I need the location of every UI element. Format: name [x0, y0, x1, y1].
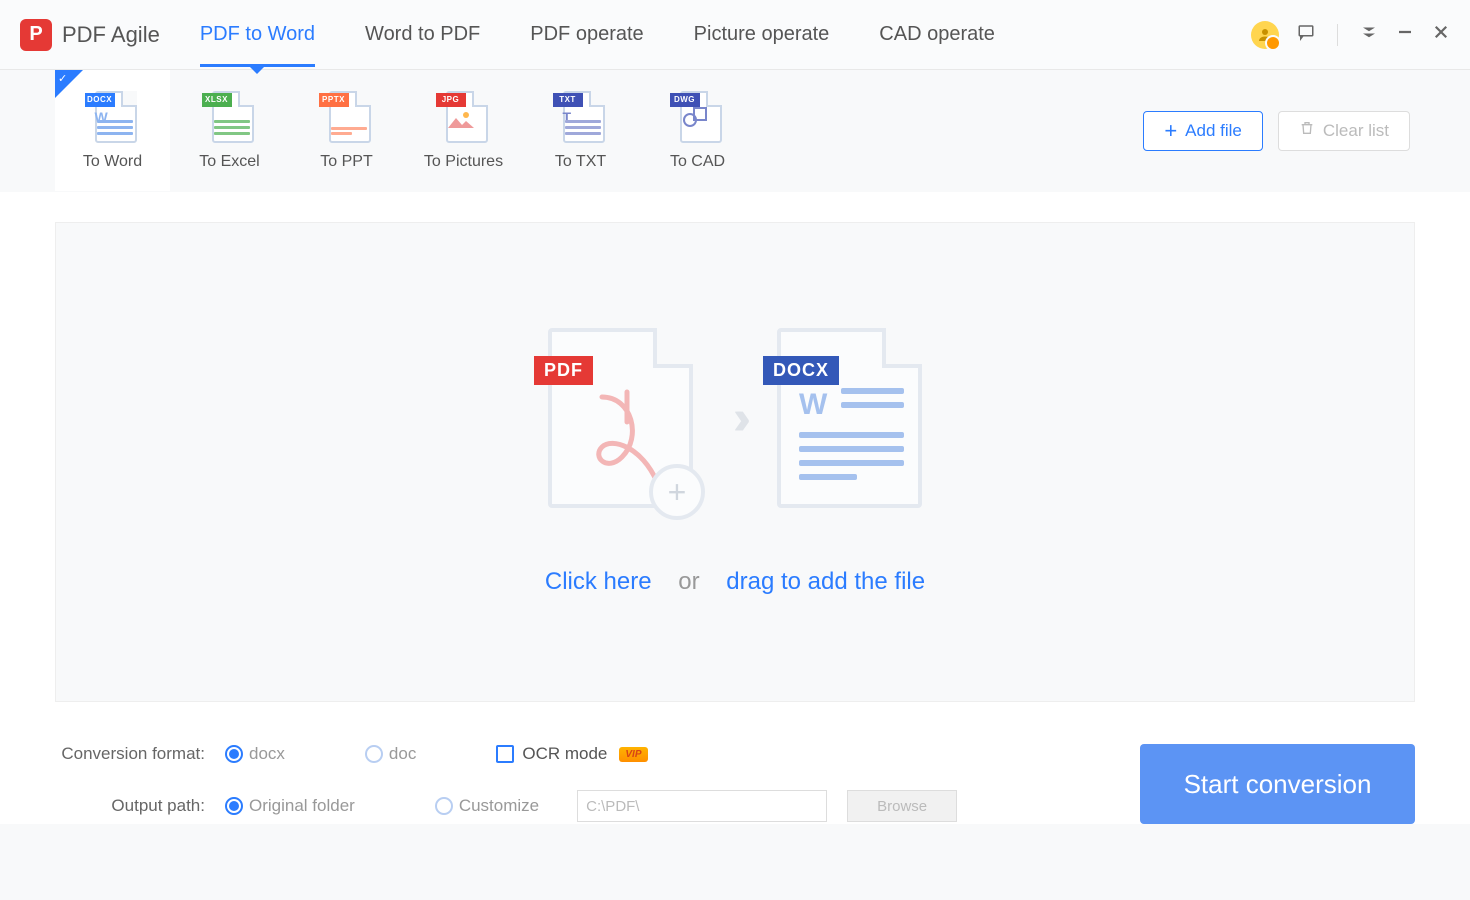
tab-word-to-pdf[interactable]: Word to PDF — [365, 3, 480, 66]
trash-icon — [1299, 120, 1315, 141]
format-row: Conversion format: docx doc OCR mode — [55, 744, 1140, 764]
plus-icon: + — [1164, 118, 1177, 144]
radio-docx[interactable]: docx — [225, 744, 285, 764]
add-file-label: Add file — [1185, 121, 1242, 141]
arrow-right-icon: ›› — [733, 391, 737, 446]
add-circle-icon: + — [649, 464, 705, 520]
radio-customize[interactable]: Customize — [435, 796, 539, 816]
vip-badge-icon — [619, 747, 647, 762]
checkbox-ocr-mode[interactable]: OCR mode — [496, 744, 647, 764]
conversion-toolbar: DOCXW To Word XLSX To Excel PPTX To PPT … — [0, 70, 1470, 192]
conv-tab-label: To Pictures — [424, 153, 503, 171]
radio-doc[interactable]: doc — [365, 744, 416, 764]
user-avatar-icon[interactable] — [1251, 21, 1279, 49]
tab-cad-operate[interactable]: CAD operate — [879, 3, 995, 66]
tab-pdf-operate[interactable]: PDF operate — [530, 3, 643, 66]
main-tabs: PDF to Word Word to PDF PDF operate Pict… — [200, 3, 1251, 66]
feedback-icon[interactable] — [1297, 23, 1315, 46]
jpg-file-icon: JPG — [440, 91, 488, 143]
menu-dropdown-icon[interactable] — [1360, 23, 1378, 46]
output-path-label: Output path: — [55, 796, 205, 816]
docx-target-icon: DOCX W — [777, 328, 922, 508]
separator — [1337, 24, 1338, 46]
app-title: PDF Agile — [62, 22, 160, 48]
dwg-file-icon: DWG — [674, 91, 722, 143]
content-area: PDF + ›› DOCX W Click here or drag to ad… — [0, 192, 1470, 722]
tab-picture-operate[interactable]: Picture operate — [694, 3, 830, 66]
drag-text: drag to add the file — [726, 568, 925, 595]
start-conversion-button[interactable]: Start conversion — [1140, 744, 1415, 824]
app-logo: P PDF Agile — [20, 19, 160, 51]
logo-icon: P — [20, 19, 52, 51]
dropzone-graphic: PDF + ›› DOCX W — [548, 328, 922, 508]
conv-tab-label: To PPT — [320, 153, 372, 171]
output-path-row: Output path: Original folder Customize B… — [55, 790, 1140, 822]
docx-file-icon: DOCXW — [89, 91, 137, 143]
radio-original-folder[interactable]: Original folder — [225, 796, 355, 816]
add-file-button[interactable]: + Add file — [1143, 111, 1263, 151]
conv-tab-to-ppt[interactable]: PPTX To PPT — [289, 70, 404, 191]
conv-tab-label: To TXT — [555, 153, 606, 171]
clear-list-label: Clear list — [1323, 121, 1389, 141]
browse-button[interactable]: Browse — [847, 790, 957, 822]
txt-file-icon: TXTT — [557, 91, 605, 143]
conv-tab-to-word[interactable]: DOCXW To Word — [55, 70, 170, 191]
xlsx-file-icon: XLSX — [206, 91, 254, 143]
dropzone-text: Click here or drag to add the file — [545, 568, 925, 596]
conv-tab-label: To Word — [83, 153, 142, 171]
click-here-link[interactable]: Click here — [545, 568, 652, 595]
conv-tab-to-excel[interactable]: XLSX To Excel — [172, 70, 287, 191]
conv-tab-to-txt[interactable]: TXTT To TXT — [523, 70, 638, 191]
pptx-file-icon: PPTX — [323, 91, 371, 143]
options-panel: Conversion format: docx doc OCR mode Out… — [0, 722, 1470, 824]
close-icon[interactable] — [1432, 23, 1450, 46]
conv-tab-to-pictures[interactable]: JPG To Pictures — [406, 70, 521, 191]
conv-tab-label: To CAD — [670, 153, 725, 171]
pdf-source-icon: PDF + — [548, 328, 693, 508]
conversion-tabs: DOCXW To Word XLSX To Excel PPTX To PPT … — [55, 70, 757, 191]
clear-list-button[interactable]: Clear list — [1278, 111, 1410, 151]
top-bar: P PDF Agile PDF to Word Word to PDF PDF … — [0, 0, 1470, 70]
conv-tab-to-cad[interactable]: DWG To CAD — [640, 70, 755, 191]
file-dropzone[interactable]: PDF + ›› DOCX W Click here or drag to ad… — [55, 222, 1415, 702]
format-label: Conversion format: — [55, 744, 205, 764]
tab-pdf-to-word[interactable]: PDF to Word — [200, 3, 315, 66]
conv-tab-label: To Excel — [199, 153, 259, 171]
output-path-input[interactable] — [577, 790, 827, 822]
window-controls — [1251, 21, 1450, 49]
minimize-icon[interactable] — [1396, 23, 1414, 46]
